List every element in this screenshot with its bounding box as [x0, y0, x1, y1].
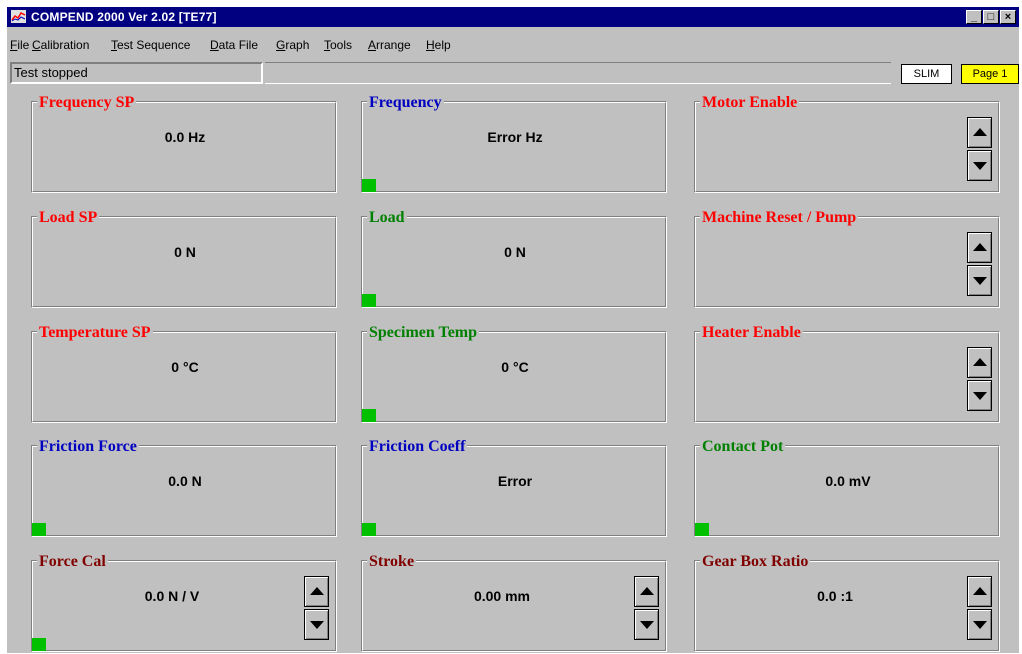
- menu-help[interactable]: Help: [426, 38, 451, 52]
- panel-value: 0.0 Hz: [164, 129, 206, 145]
- panel-title: Temperature SP: [37, 324, 153, 342]
- menu-test-sequence[interactable]: Test Sequence: [111, 38, 190, 52]
- menu-data-file[interactable]: Data File: [210, 38, 258, 52]
- panel-specimen-temp: Specimen Temp 0 °C: [361, 324, 667, 423]
- panel-title: Friction Force: [37, 438, 139, 456]
- arrow-up-icon: [973, 587, 987, 595]
- panel-stroke: Stroke 0.00 mm: [361, 553, 667, 652]
- menu-bar: File Calibration Test Sequence Data File…: [7, 35, 1019, 55]
- decrement-button[interactable]: [967, 380, 992, 411]
- panel-title: Frequency: [367, 94, 444, 112]
- page-indicator[interactable]: Page 1: [961, 64, 1019, 84]
- arrow-up-icon: [973, 128, 987, 136]
- spinner-control: [967, 232, 992, 296]
- title-bar[interactable]: COMPEND 2000 Ver 2.02 [TE77] _ □ ×: [7, 7, 1019, 27]
- minimize-button[interactable]: _: [966, 10, 982, 24]
- panel-frequency: Frequency Error Hz: [361, 94, 667, 193]
- panel-temperature-sp: Temperature SP 0 °C: [31, 324, 337, 423]
- panel-value: 0 N: [504, 244, 526, 260]
- panel-title: Heater Enable: [700, 324, 803, 342]
- decrement-button[interactable]: [967, 609, 992, 640]
- panel-gear-box-ratio: Gear Box Ratio 0.0 :1: [694, 553, 1000, 652]
- panel-motor-enable: Motor Enable: [694, 94, 1000, 193]
- status-indicator: [362, 523, 376, 536]
- panel-title: Load: [367, 209, 407, 227]
- panel-title: Load SP: [37, 209, 100, 227]
- arrow-down-icon: [973, 392, 987, 400]
- panel-force-cal: Force Cal 0.0 N / V: [31, 553, 337, 652]
- arrow-down-icon: [973, 162, 987, 170]
- status-indicator: [695, 523, 709, 536]
- arrow-down-icon: [640, 621, 654, 629]
- arrow-up-icon: [973, 243, 987, 251]
- increment-button[interactable]: [967, 576, 992, 607]
- increment-button[interactable]: [634, 576, 659, 607]
- application-window: COMPEND 2000 Ver 2.02 [TE77] _ □ × File …: [7, 7, 1019, 653]
- spinner-control: [967, 576, 992, 640]
- panel-heater-enable: Heater Enable: [694, 324, 1000, 423]
- spinner-control: [967, 117, 992, 181]
- arrow-up-icon: [310, 587, 324, 595]
- increment-button[interactable]: [967, 117, 992, 148]
- arrow-down-icon: [973, 621, 987, 629]
- status-text: Test stopped: [10, 62, 263, 84]
- panel-value: 0 °C: [501, 359, 529, 375]
- status-divider: [265, 62, 891, 84]
- menu-graph[interactable]: Graph: [276, 38, 309, 52]
- panel-title: Machine Reset / Pump: [700, 209, 859, 227]
- spinner-control: [967, 347, 992, 411]
- panel-value: 0.0 N / V: [144, 588, 200, 604]
- panel-value: 0 °C: [171, 359, 199, 375]
- status-indicator: [32, 523, 46, 536]
- close-button[interactable]: ×: [1000, 10, 1016, 24]
- status-indicator: [362, 409, 376, 422]
- arrow-down-icon: [310, 621, 324, 629]
- menu-calibration[interactable]: Calibration: [32, 38, 89, 52]
- panel-title: Motor Enable: [700, 94, 800, 112]
- panel-title: Friction Coeff: [367, 438, 468, 456]
- window-title: COMPEND 2000 Ver 2.02 [TE77]: [31, 10, 217, 24]
- menu-arrange[interactable]: Arrange: [368, 38, 411, 52]
- arrow-down-icon: [973, 277, 987, 285]
- panel-value: 0.00 mm: [473, 588, 531, 604]
- panel-value: Error: [497, 473, 533, 489]
- arrow-up-icon: [640, 587, 654, 595]
- menu-tools[interactable]: Tools: [324, 38, 352, 52]
- status-indicator: [32, 638, 46, 651]
- menu-file[interactable]: File: [10, 38, 29, 52]
- panel-title: Contact Pot: [700, 438, 786, 456]
- panel-value: Error Hz: [487, 129, 543, 145]
- panel-value: 0.0 :1: [817, 588, 853, 604]
- status-indicator: [362, 179, 376, 192]
- arrow-up-icon: [973, 358, 987, 366]
- increment-button[interactable]: [304, 576, 329, 607]
- panel-friction-force: Friction Force 0.0 N: [31, 438, 337, 537]
- panel-title: Frequency SP: [37, 94, 137, 112]
- panel-friction-coeff: Friction Coeff Error: [361, 438, 667, 537]
- app-chart-icon: [11, 10, 26, 23]
- panel-frequency-sp: Frequency SP 0.0 Hz: [31, 94, 337, 193]
- spinner-control: [304, 576, 329, 640]
- panel-title: Force Cal: [37, 553, 108, 571]
- panel-load: Load 0 N: [361, 209, 667, 308]
- spinner-control: [634, 576, 659, 640]
- decrement-button[interactable]: [304, 609, 329, 640]
- panel-value: 0.0 mV: [825, 473, 871, 489]
- decrement-button[interactable]: [967, 265, 992, 296]
- increment-button[interactable]: [967, 347, 992, 378]
- panel-value: 0 N: [174, 244, 196, 260]
- status-indicator: [362, 294, 376, 307]
- decrement-button[interactable]: [967, 150, 992, 181]
- panel-title: Stroke: [367, 553, 417, 571]
- panel-value: 0.0 N: [168, 473, 202, 489]
- panel-title: Specimen Temp: [367, 324, 480, 342]
- panel-load-sp: Load SP 0 N: [31, 209, 337, 308]
- decrement-button[interactable]: [634, 609, 659, 640]
- slim-button[interactable]: SLIM: [901, 64, 952, 84]
- panel-contact-pot: Contact Pot 0.0 mV: [694, 438, 1000, 537]
- panel-title: Gear Box Ratio: [700, 553, 811, 571]
- increment-button[interactable]: [967, 232, 992, 263]
- maximize-button[interactable]: □: [983, 10, 999, 24]
- panel-machine-reset-pump: Machine Reset / Pump: [694, 209, 1000, 308]
